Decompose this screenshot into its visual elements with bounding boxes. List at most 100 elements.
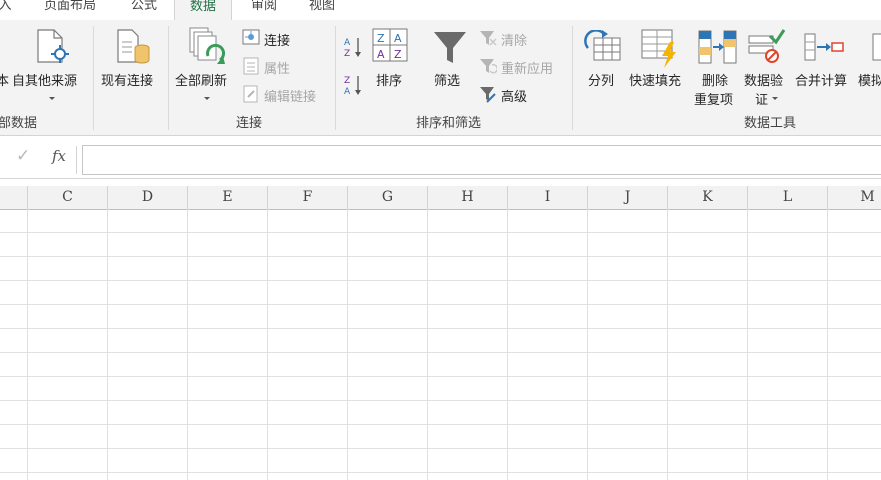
remove-duplicates-label-line2[interactable]: 重复项: [694, 89, 733, 108]
svg-text:A: A: [394, 32, 402, 45]
group-separator: [93, 26, 94, 130]
column-header-l[interactable]: L: [748, 186, 828, 209]
grid-line: [0, 376, 881, 377]
chevron-down-icon[interactable]: [772, 97, 778, 100]
group-label-sort-filter: 排序和筛选: [416, 116, 482, 131]
grid-line: [0, 424, 881, 425]
refresh-all-label[interactable]: 全部刷新: [175, 70, 227, 89]
grid-line: [747, 209, 748, 480]
text-to-columns-icon[interactable]: [584, 29, 622, 66]
column-header-m[interactable]: M: [828, 186, 881, 209]
grid-line: [267, 209, 268, 480]
column-headers: C D E F G H I J K L M: [0, 186, 881, 210]
existing-connections-label[interactable]: 现有连接: [101, 70, 153, 89]
grid-line: [0, 448, 881, 449]
tab-view[interactable]: 视图: [304, 0, 340, 20]
tab-formulas[interactable]: 公式: [126, 0, 162, 20]
chevron-down-icon[interactable]: [49, 97, 55, 100]
flash-fill-icon[interactable]: [640, 28, 680, 72]
data-validation-icon[interactable]: [748, 28, 786, 68]
grid-line: [27, 209, 28, 480]
remove-duplicates-icon[interactable]: [698, 30, 738, 68]
column-header-b-partial[interactable]: [0, 186, 28, 209]
from-other-sources-label[interactable]: 自其他来源: [12, 70, 77, 89]
group-get-external-data: 本 自其他来源 部数据: [0, 20, 90, 135]
ribbon: 本 自其他来源 部数据 现有连接 全部刷新 连接 属性 编辑链接 连接 A Z …: [0, 20, 881, 136]
column-header-f[interactable]: F: [268, 186, 348, 209]
grid-line: [507, 209, 508, 480]
grid-line: [0, 280, 881, 281]
properties-icon: [242, 57, 260, 79]
svg-text:Z: Z: [377, 32, 385, 45]
column-header-e[interactable]: E: [188, 186, 268, 209]
reapply-icon: [479, 57, 499, 79]
data-validation-label-line2[interactable]: 证: [755, 89, 768, 108]
clear-label: 清除: [501, 34, 528, 49]
group-separator: [168, 26, 169, 130]
grid-line: [827, 209, 828, 480]
sort-icon[interactable]: Z A A Z: [372, 28, 408, 66]
what-if-analysis-label[interactable]: 模拟: [858, 70, 881, 89]
formula-bar: ✓ fx: [0, 136, 881, 179]
ribbon-tabs: 入 页面布局 公式 数据 审阅 视图: [0, 0, 881, 22]
consolidate-label[interactable]: 合并计算: [795, 70, 847, 89]
svg-text:A: A: [344, 87, 351, 96]
connections-icon[interactable]: [242, 29, 260, 51]
formula-input[interactable]: [82, 145, 881, 175]
grid-line: [587, 209, 588, 480]
chevron-down-icon[interactable]: [204, 97, 210, 100]
column-header-k[interactable]: K: [668, 186, 748, 209]
tab-data[interactable]: 数据: [174, 0, 232, 22]
group-separator: [572, 26, 573, 130]
grid-line: [0, 304, 881, 305]
tab-page-layout[interactable]: 页面布局: [38, 0, 102, 20]
edit-links-label: 编辑链接: [264, 90, 317, 105]
data-validation-label-line1[interactable]: 数据验: [744, 70, 783, 89]
refresh-all-icon[interactable]: [186, 26, 228, 72]
from-text-button-label[interactable]: 本: [0, 70, 9, 89]
tab-insert[interactable]: 入: [0, 0, 12, 20]
what-if-analysis-icon[interactable]: [872, 32, 881, 66]
filter-label[interactable]: 筛选: [434, 70, 460, 89]
from-other-sources-icon[interactable]: [36, 28, 72, 70]
existing-connections-icon[interactable]: [114, 28, 154, 72]
advanced-filter-icon[interactable]: [479, 85, 497, 107]
grid-line: [427, 209, 428, 480]
svg-text:Z: Z: [344, 49, 350, 58]
column-header-h[interactable]: H: [428, 186, 508, 209]
reapply-label: 重新应用: [501, 62, 554, 77]
connections-label[interactable]: 连接: [264, 30, 290, 49]
filter-funnel-icon[interactable]: [432, 30, 468, 70]
column-header-j[interactable]: J: [588, 186, 668, 209]
grid-line: [0, 328, 881, 329]
insert-function-icon[interactable]: fx: [52, 147, 66, 165]
svg-text:Z: Z: [394, 48, 402, 61]
properties-label: 属性: [264, 62, 291, 77]
column-header-c[interactable]: C: [28, 186, 108, 209]
consolidate-icon[interactable]: [804, 32, 844, 66]
group-label-data-tools: 数据工具: [744, 116, 797, 131]
grid-line: [107, 209, 108, 480]
group-label-connections: 连接: [236, 116, 263, 131]
edit-links-icon: [242, 85, 260, 107]
svg-text:Z: Z: [344, 76, 350, 86]
enter-check-icon[interactable]: ✓: [16, 146, 30, 166]
remove-duplicates-label-line1[interactable]: 删除: [702, 70, 728, 89]
tab-review[interactable]: 审阅: [246, 0, 282, 20]
clear-filter-icon: [479, 29, 497, 51]
grid-line: [0, 256, 881, 257]
svg-text:A: A: [344, 38, 351, 48]
sort-ascending-icon[interactable]: A Z: [344, 36, 364, 62]
advanced-label[interactable]: 高级: [501, 86, 527, 105]
flash-fill-label[interactable]: 快速填充: [629, 70, 681, 89]
sort-descending-icon[interactable]: Z A: [344, 74, 364, 100]
text-to-columns-label[interactable]: 分列: [588, 70, 614, 89]
svg-text:A: A: [377, 48, 385, 61]
column-header-d[interactable]: D: [108, 186, 188, 209]
column-header-g[interactable]: G: [348, 186, 428, 209]
worksheet-grid[interactable]: C D E F G H I J K L M: [0, 186, 881, 480]
column-header-i[interactable]: I: [508, 186, 588, 209]
sort-label[interactable]: 排序: [376, 70, 402, 89]
grid-line: [0, 232, 881, 233]
group-label-external-data: 部数据: [0, 116, 38, 131]
